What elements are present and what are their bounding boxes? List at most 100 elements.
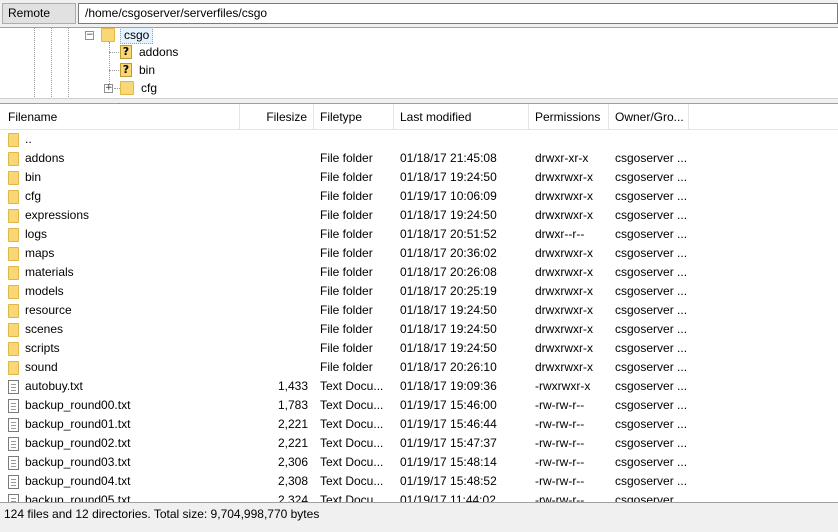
folder-icon: [8, 265, 19, 280]
file-row[interactable]: scripts File folder 01/18/17 19:24:50 drwxr…: [0, 339, 838, 358]
filetype-cell: File folder: [320, 227, 373, 241]
filename-text: scenes: [25, 322, 64, 336]
tree-node-bin[interactable]: ? bin: [120, 61, 158, 79]
folder-icon: [101, 28, 115, 42]
file-row[interactable]: ..: [0, 130, 838, 149]
file-row[interactable]: backup_round04.txt 2,308 Text Docu... 01/19…: [0, 472, 838, 491]
filesize-cell: 2,221: [277, 436, 308, 450]
file-row[interactable]: backup_round01.txt 2,221 Text Docu... 01/19…: [0, 415, 838, 434]
column-header-filetype[interactable]: Filetype: [314, 104, 394, 130]
permissions-cell: -rw-rw-r--: [535, 417, 585, 431]
tree-node-addons[interactable]: ? addons: [120, 43, 181, 61]
filename-text: models: [25, 284, 64, 298]
file-row[interactable]: expressions File folder 01/18/17 19:24:50 d…: [0, 206, 838, 225]
filename-cell: logs: [8, 225, 240, 244]
last-modified-cell: 01/18/17 20:36:02: [400, 246, 497, 260]
filename-text: backup_round01.txt: [25, 417, 131, 431]
last-modified-cell: 01/18/17 19:24:50: [400, 208, 497, 222]
column-header-permissions[interactable]: Permissions: [529, 104, 609, 130]
filename-text: maps: [25, 246, 55, 260]
file-row[interactable]: autobuy.txt 1,433 Text Docu... 01/18/17 19:…: [0, 377, 838, 396]
remote-directory-tree[interactable]: − csgo ? addons ? bin + cfg: [0, 27, 838, 98]
filetype-cell: File folder: [320, 151, 373, 165]
last-modified-cell: 01/19/17 10:06:09: [400, 189, 497, 203]
filesize-cell: [240, 263, 308, 282]
permissions-cell: -rw-rw-r--: [535, 398, 585, 412]
expand-icon[interactable]: +: [104, 84, 113, 93]
permissions-cell: drwxr--r--: [535, 227, 585, 241]
filesize-cell: 2,221: [277, 417, 308, 431]
file-row[interactable]: addons File folder 01/18/17 21:45:08 drwxr-…: [0, 149, 838, 168]
file-row[interactable]: cfg File folder 01/19/17 10:06:09 drwxrwxr-…: [0, 187, 838, 206]
folder-icon: [8, 341, 19, 356]
last-modified-cell: 01/18/17 20:51:52: [400, 227, 497, 241]
column-header-filename[interactable]: Filename: [0, 104, 240, 130]
filesize-cell: [240, 320, 308, 339]
filetype-cell: File folder: [320, 208, 373, 222]
filesize-cell: 1,433: [277, 379, 308, 393]
tree-node-cfg[interactable]: cfg: [120, 79, 160, 97]
column-header-filesize[interactable]: Filesize: [240, 104, 314, 130]
folder-icon: [8, 208, 19, 223]
owner-group-cell: csgoserver ...: [615, 379, 688, 393]
filetype-cell: File folder: [320, 284, 373, 298]
filename-text: logs: [25, 227, 48, 241]
folder-icon: [8, 284, 19, 299]
file-icon: [8, 417, 19, 432]
folder-icon: [120, 81, 134, 95]
tree-node-label: csgo: [120, 28, 154, 44]
owner-group-cell: csgoserver ...: [615, 265, 688, 279]
folder-icon: [8, 360, 19, 375]
filename-cell: sound: [8, 358, 240, 377]
column-header-owner-group[interactable]: Owner/Gro...: [609, 104, 689, 130]
owner-group-cell: [615, 130, 695, 149]
permissions-cell: drwxrwxr-x: [535, 246, 593, 260]
collapse-icon[interactable]: −: [85, 31, 94, 40]
filename-text: bin: [25, 170, 42, 184]
file-row[interactable]: maps File folder 01/18/17 20:36:02 drwxrwxr…: [0, 244, 838, 263]
file-row[interactable]: sound File folder 01/18/17 20:26:10 drwxrwx…: [0, 358, 838, 377]
file-row[interactable]: backup_round00.txt 1,783 Text Docu... 01/19…: [0, 396, 838, 415]
owner-group-cell: csgoserver ...: [615, 227, 688, 241]
filetype-cell: Text Docu...: [320, 379, 384, 393]
folder-icon: [8, 132, 19, 147]
filename-cell: addons: [8, 149, 240, 168]
owner-group-cell: csgoserver ...: [615, 417, 688, 431]
filename-cell: backup_round01.txt: [8, 415, 240, 434]
file-icon: [8, 493, 19, 502]
filename-text: sound: [25, 360, 58, 374]
file-row[interactable]: backup_round03.txt 2,306 Text Docu... 01/19…: [0, 453, 838, 472]
file-row[interactable]: backup_round02.txt 2,221 Text Docu... 01/19…: [0, 434, 838, 453]
tree-node-label: addons: [139, 45, 179, 59]
file-row[interactable]: resource File folder 01/18/17 19:24:50 drwx…: [0, 301, 838, 320]
remote-file-list[interactable]: Filename Filesize Filetype Last modified…: [0, 104, 838, 502]
file-row[interactable]: logs File folder 01/18/17 20:51:52 drwxr--r…: [0, 225, 838, 244]
file-icon: [8, 436, 19, 451]
tree-guide-line: [68, 28, 69, 98]
owner-group-cell: csgoserver ...: [615, 341, 688, 355]
filetype-cell: Text Docu...: [320, 493, 384, 502]
remote-site-path-input[interactable]: /home/csgoserver/serverfiles/csgo: [78, 3, 838, 24]
filename-text: backup_round04.txt: [25, 474, 131, 488]
filename-text: backup_round02.txt: [25, 436, 131, 450]
permissions-cell: drwxrwxr-x: [535, 170, 593, 184]
column-header-last-modified[interactable]: Last modified: [394, 104, 529, 130]
last-modified-cell: 01/19/17 15:46:00: [400, 398, 497, 412]
file-icon: [8, 455, 19, 470]
filesize-cell: [240, 339, 308, 358]
unknown-folder-icon: ?: [120, 63, 132, 77]
tree-node-csgo[interactable]: csgo: [101, 28, 154, 44]
filename-cell: scenes: [8, 320, 240, 339]
folder-icon: [8, 227, 19, 242]
file-row[interactable]: models File folder 01/18/17 20:25:19 drwxrw…: [0, 282, 838, 301]
permissions-cell: -rw-rw-r--: [535, 474, 585, 488]
permissions-cell: drwxrwxr-x: [535, 303, 593, 317]
tree-node-label: bin: [139, 63, 156, 77]
owner-group-cell: csgoserver ...: [615, 322, 688, 336]
file-row[interactable]: bin File folder 01/18/17 19:24:50 drwxrwxr-…: [0, 168, 838, 187]
file-icon: [8, 474, 19, 489]
file-row[interactable]: materials File folder 01/18/17 20:26:08 drw…: [0, 263, 838, 282]
file-row[interactable]: scenes File folder 01/18/17 19:24:50 drwxrw…: [0, 320, 838, 339]
file-row[interactable]: backup_round05.txt 2,324 Text Docu... 01/19…: [0, 491, 838, 502]
filetype-cell: Text Docu...: [320, 455, 384, 469]
